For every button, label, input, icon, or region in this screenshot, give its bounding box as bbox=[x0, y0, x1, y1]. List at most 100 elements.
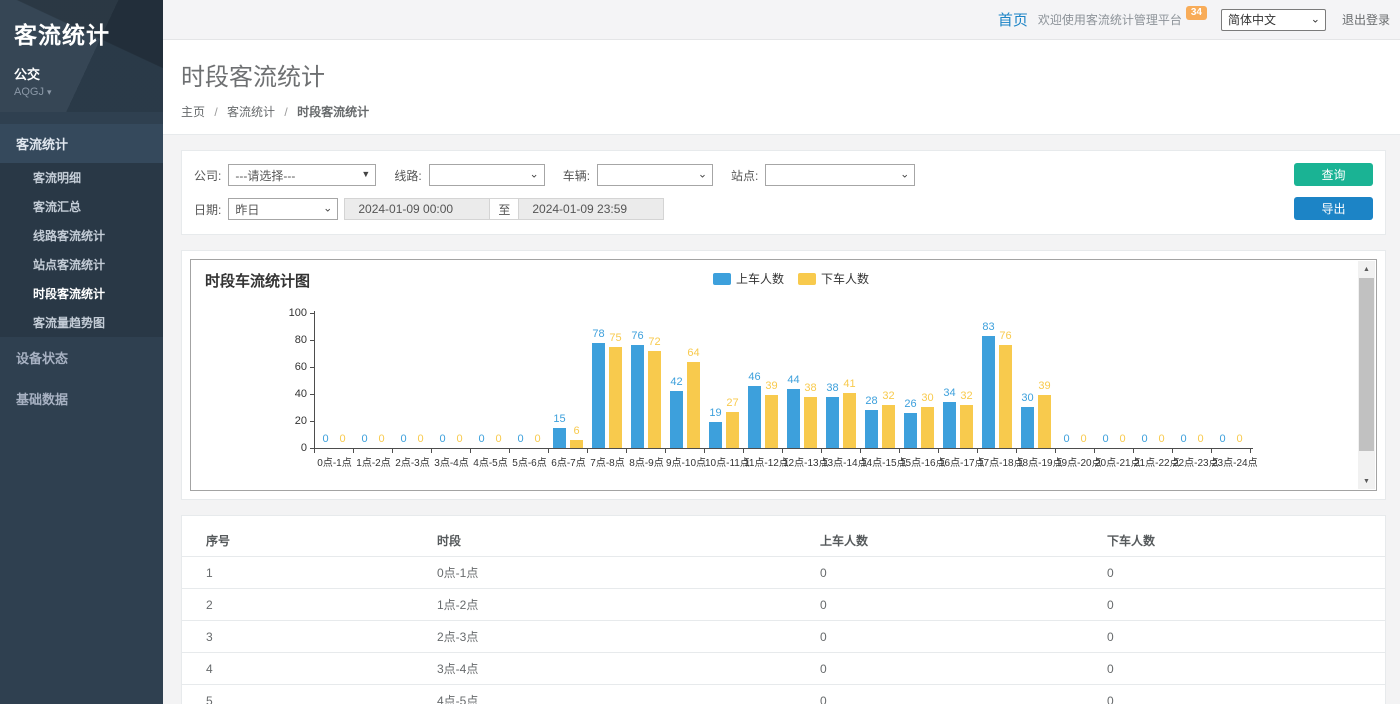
breadcrumb-home[interactable]: 主页 bbox=[181, 105, 205, 119]
bar-alighting[interactable] bbox=[648, 351, 661, 448]
bar-boarding[interactable] bbox=[982, 336, 995, 448]
table-row[interactable]: 21点-2点00 bbox=[182, 589, 1385, 621]
legend-boarding[interactable]: 上车人数 bbox=[713, 270, 784, 287]
scroll-up-arrow-icon[interactable]: ▲ bbox=[1358, 261, 1375, 277]
bar-alighting[interactable] bbox=[687, 362, 700, 448]
chevron-down-icon: ⌄ bbox=[323, 201, 332, 214]
bar-alighting[interactable] bbox=[960, 405, 973, 448]
table-row[interactable]: 54点-5点00 bbox=[182, 685, 1385, 704]
main-area: 首页 欢迎使用客流统计管理平台 34 简体中文 ⌄ 退出登录 时段客流统计 主页… bbox=[163, 0, 1400, 704]
dropdown-arrow-icon: ▼ bbox=[361, 169, 370, 179]
table-cell: 0 bbox=[796, 653, 1083, 685]
welcome-link[interactable]: 欢迎使用客流统计管理平台 bbox=[1038, 11, 1182, 28]
bar-alighting[interactable] bbox=[921, 407, 934, 448]
x-tick-mark bbox=[1133, 449, 1134, 453]
chevron-down-icon: ⌄ bbox=[1311, 12, 1320, 25]
bar-value-label: 0 bbox=[1220, 433, 1260, 445]
logout-link[interactable]: 退出登录 bbox=[1342, 11, 1390, 28]
company-label: 公司: bbox=[194, 167, 221, 184]
user-menu[interactable]: AQGJ▾ bbox=[14, 86, 149, 98]
bar-boarding[interactable] bbox=[670, 391, 683, 448]
bar-alighting[interactable] bbox=[570, 440, 583, 448]
table-cell: 4 bbox=[182, 653, 413, 685]
sidebar-subitem-5[interactable]: 客流量趋势图 bbox=[0, 308, 163, 337]
end-datetime-input[interactable]: 2024-01-09 23:59 bbox=[518, 198, 664, 220]
bar-boarding[interactable] bbox=[592, 343, 605, 448]
y-tick-label: 80 bbox=[277, 334, 307, 346]
table-row[interactable]: 10点-1点00 bbox=[182, 557, 1385, 589]
bar-value-label: 39 bbox=[1025, 380, 1065, 392]
sidebar-item-2[interactable]: 基础数据 bbox=[0, 378, 163, 419]
x-tick-mark bbox=[353, 449, 354, 453]
sidebar-subitem-3[interactable]: 站点客流统计 bbox=[0, 250, 163, 279]
bar-alighting[interactable] bbox=[882, 405, 895, 448]
chart-legend: 上车人数 下车人数 bbox=[713, 270, 869, 287]
bar-boarding[interactable] bbox=[748, 386, 761, 448]
hourly-flow-chart: 时段车流统计图 上车人数 下车人数 0204060801000点-1点001点-… bbox=[190, 259, 1377, 491]
table-cell: 0 bbox=[796, 557, 1083, 589]
line-select[interactable]: ⌄ bbox=[429, 164, 545, 186]
legend-swatch-blue bbox=[713, 273, 731, 285]
bar-alighting[interactable] bbox=[726, 412, 739, 448]
bar-boarding[interactable] bbox=[904, 413, 917, 448]
start-datetime-input[interactable]: 2024-01-09 00:00 bbox=[344, 198, 490, 220]
x-tick-mark bbox=[1055, 449, 1056, 453]
table-panel: 序号 时段 上车人数 下车人数 10点-1点0021点-2点0032点-3点00… bbox=[181, 515, 1386, 704]
bar-alighting[interactable] bbox=[765, 395, 778, 448]
sidebar-header: 客流统计 公交 AQGJ▾ bbox=[0, 0, 163, 112]
y-axis-line bbox=[314, 311, 315, 449]
sidebar-section-header[interactable]: 客流统计 bbox=[0, 124, 163, 163]
sidebar-subitem-0[interactable]: 客流明细 bbox=[0, 163, 163, 192]
y-tick-label: 60 bbox=[277, 361, 307, 373]
language-select[interactable]: 简体中文 ⌄ bbox=[1221, 9, 1326, 31]
legend-alighting[interactable]: 下车人数 bbox=[798, 270, 869, 287]
table-cell: 0 bbox=[796, 621, 1083, 653]
bar-boarding[interactable] bbox=[943, 402, 956, 448]
chevron-down-icon: ⌄ bbox=[529, 167, 538, 180]
chart-title: 时段车流统计图 bbox=[205, 270, 310, 291]
sidebar-subitem-1[interactable]: 客流汇总 bbox=[0, 192, 163, 221]
breadcrumb-section[interactable]: 客流统计 bbox=[227, 105, 275, 119]
sidebar-subitem-2[interactable]: 线路客流统计 bbox=[0, 221, 163, 250]
y-tick-label: 0 bbox=[277, 442, 307, 454]
vehicle-select[interactable]: ⌄ bbox=[597, 164, 713, 186]
bar-boarding[interactable] bbox=[709, 422, 722, 448]
y-tick-mark bbox=[310, 421, 314, 422]
x-axis-label: 22点-23点 bbox=[1173, 454, 1212, 469]
scrollbar-thumb[interactable] bbox=[1359, 278, 1374, 451]
sidebar-subitem-4[interactable]: 时段客流统计 bbox=[0, 279, 163, 308]
bar-value-label: 27 bbox=[713, 397, 753, 409]
x-axis-label: 14点-15点 bbox=[861, 454, 900, 469]
station-select[interactable]: ⌄ bbox=[765, 164, 915, 186]
bar-boarding[interactable] bbox=[787, 389, 800, 448]
table-header-row: 序号 时段 上车人数 下车人数 bbox=[182, 525, 1385, 557]
x-axis-label: 2点-3点 bbox=[393, 454, 432, 469]
x-tick-mark bbox=[431, 449, 432, 453]
x-tick-mark bbox=[392, 449, 393, 453]
date-separator: 至 bbox=[490, 198, 518, 220]
bar-alighting[interactable] bbox=[804, 397, 817, 448]
table-row[interactable]: 32点-3点00 bbox=[182, 621, 1385, 653]
bar-boarding[interactable] bbox=[1021, 407, 1034, 448]
sidebar-nav: 客流统计客流明细客流汇总线路客流统计站点客流统计时段客流统计客流量趋势图设备状态… bbox=[0, 124, 163, 419]
bar-boarding[interactable] bbox=[631, 345, 644, 448]
x-axis-label: 11点-12点 bbox=[744, 454, 783, 469]
query-button[interactable]: 查询 bbox=[1294, 163, 1373, 186]
y-tick-mark bbox=[310, 340, 314, 341]
bar-boarding[interactable] bbox=[865, 410, 878, 448]
home-link[interactable]: 首页 bbox=[998, 9, 1028, 30]
export-button[interactable]: 导出 bbox=[1294, 197, 1373, 220]
table-row[interactable]: 43点-4点00 bbox=[182, 653, 1385, 685]
table-cell: 0 bbox=[796, 685, 1083, 704]
sidebar-item-1[interactable]: 设备状态 bbox=[0, 337, 163, 378]
bar-value-label: 72 bbox=[635, 336, 675, 348]
filter-panel: 公司: ---请选择--- ▼ 线路: ⌄ 车辆: ⌄ 站点: bbox=[181, 150, 1386, 235]
scroll-down-arrow-icon[interactable]: ▼ bbox=[1358, 473, 1375, 489]
bar-boarding[interactable] bbox=[826, 397, 839, 448]
company-select[interactable]: ---请选择--- ▼ bbox=[228, 164, 376, 186]
app-logo: 客流统计 bbox=[14, 16, 149, 50]
bar-alighting[interactable] bbox=[609, 347, 622, 448]
chart-scrollbar[interactable]: ▲ ▼ bbox=[1358, 261, 1375, 489]
col-header-index: 序号 bbox=[182, 525, 413, 557]
date-range-select[interactable]: 昨日 ⌄ bbox=[228, 198, 338, 220]
